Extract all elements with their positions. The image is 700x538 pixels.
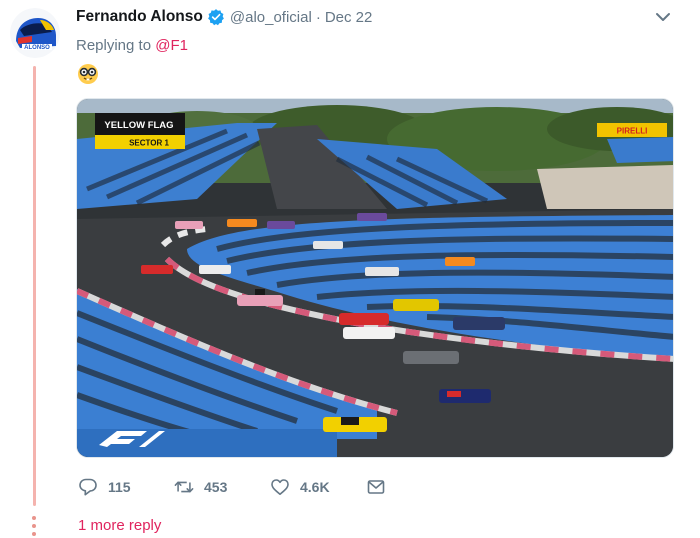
direct-message-button[interactable] [366,477,386,497]
replying-to-mention[interactable]: @F1 [155,37,188,54]
avatar-label: ALONSO [24,45,50,51]
reply-count: 115 [108,479,131,495]
chevron-down-icon[interactable] [654,10,672,24]
sponsor-board: PIRELLI [617,127,648,136]
author-handle[interactable]: @alo_oficial [230,9,312,26]
heart-icon [271,479,289,495]
like-count: 4.6K [300,479,330,495]
envelope-icon [367,480,385,494]
verified-badge-icon [208,9,224,26]
race-photo: YELLOW FLAG SECTOR 1 PIRELLI [77,99,673,457]
replying-to-line: Replying to @F1 [76,37,188,54]
avatar[interactable]: ALONSO [10,8,60,58]
retweet-icon [174,481,194,493]
thread-line [33,66,36,506]
retweet-button[interactable]: 453 [174,477,270,497]
helmet-avatar-image: ALONSO [10,8,60,58]
like-button[interactable]: 4.6K [270,477,366,497]
header-separator: · [315,8,321,26]
more-replies-link[interactable]: 1 more reply [78,517,161,534]
overlay-flag-label: YELLOW FLAG [104,120,173,131]
tweet-header: Fernando Alonso @alo_oficial · Dec 22 [76,6,372,28]
tweet-media-photo[interactable]: YELLOW FLAG SECTOR 1 PIRELLI [76,98,674,458]
reply-icon [79,478,97,496]
nerd-face-emoji-icon [78,64,98,84]
tweet-date[interactable]: Dec 22 [325,9,373,26]
retweet-count: 453 [204,479,228,495]
reply-button[interactable]: 115 [78,477,174,497]
tweet-actions: 115 453 4.6K [78,476,386,498]
author-name[interactable]: Fernando Alonso [76,8,203,26]
replying-to-prefix: Replying to [76,37,156,54]
overlay-sector-label: SECTOR 1 [129,139,169,148]
thread-dots [32,516,37,536]
